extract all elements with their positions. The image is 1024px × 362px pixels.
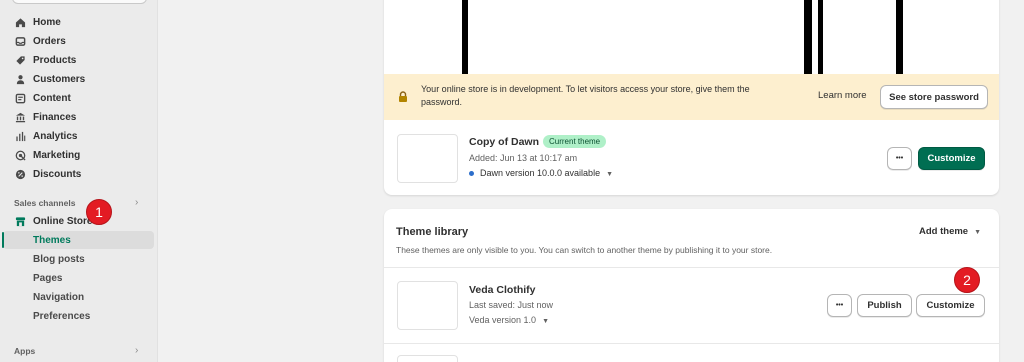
veda-caret-down-icon: ▼: [542, 318, 549, 325]
veda-theme-version[interactable]: Veda version 1.0 ▼: [469, 315, 549, 325]
veda-theme-thumbnail: [397, 281, 458, 330]
add-theme-button[interactable]: Add theme ▼: [919, 226, 981, 237]
divider: [384, 267, 999, 268]
veda-theme-saved: Last saved: Just now: [469, 300, 554, 310]
nav-finances-label: Finances: [33, 111, 77, 123]
update-dot-icon: [469, 171, 474, 177]
search-box-edge[interactable]: [12, 0, 147, 4]
current-theme-version[interactable]: Dawn version 10.0.0 available ▼: [469, 168, 613, 178]
see-store-password-button[interactable]: See store password: [880, 85, 988, 109]
person-icon: [14, 73, 26, 85]
sidebar: Home Orders Products Customers Content F…: [0, 0, 158, 362]
nav-orders-label: Orders: [33, 35, 66, 47]
learn-more-link[interactable]: Learn more: [818, 90, 867, 101]
nav-analytics-label: Analytics: [33, 130, 78, 142]
nav-analytics[interactable]: Analytics: [14, 127, 77, 145]
add-theme-caret-icon: ▼: [974, 229, 982, 236]
step-2-marker: 2: [954, 267, 980, 293]
nav-home[interactable]: Home: [14, 13, 61, 31]
sub-item-themes[interactable]: Themes: [33, 235, 71, 246]
chevron-right-icon[interactable]: ›: [135, 197, 138, 208]
active-item-indicator: [2, 232, 4, 248]
veda-theme-name: Veda Clothify: [469, 284, 536, 296]
nav-marketing[interactable]: Marketing: [14, 146, 80, 164]
nav-content-label: Content: [33, 92, 71, 104]
step-1-marker: 1: [86, 199, 112, 225]
active-item-highlight: [3, 231, 154, 249]
nav-discounts-label: Discounts: [33, 168, 82, 180]
target-icon: [14, 149, 26, 161]
nav-home-label: Home: [33, 16, 61, 28]
nav-finances[interactable]: Finances: [14, 108, 76, 126]
next-theme-thumbnail: [397, 355, 458, 362]
sub-item-navigation[interactable]: Navigation: [33, 292, 84, 303]
theme-library-subtitle: These themes are only visible to you. Yo…: [396, 245, 773, 255]
sales-channels-heading: Sales channels: [14, 198, 76, 208]
banner-message: Your online store is in development. To …: [421, 84, 750, 107]
nav-content[interactable]: Content: [14, 89, 71, 107]
current-theme-thumbnail: [397, 134, 458, 183]
current-theme-badge: Current theme: [543, 135, 607, 148]
apps-heading: Apps: [14, 346, 36, 356]
tag-icon: [14, 54, 26, 66]
current-theme-added: Added: Jun 13 at 10:17 am: [469, 153, 578, 163]
nav-online-store[interactable]: Online Store: [14, 212, 92, 230]
store-icon: [14, 215, 26, 227]
apps-chevron-right-icon[interactable]: ›: [135, 345, 138, 356]
sub-item-pages[interactable]: Pages: [33, 273, 62, 284]
nav-customers[interactable]: Customers: [14, 70, 85, 88]
bank-icon: [14, 111, 26, 123]
nav-marketing-label: Marketing: [33, 149, 81, 161]
theme-library-card: Theme library These themes are only visi…: [384, 209, 999, 362]
current-theme-customize-button[interactable]: Customize: [918, 147, 985, 170]
nav-customers-label: Customers: [33, 73, 86, 85]
theme-preview: [462, 0, 999, 74]
current-theme-card: Your online store is in development. To …: [384, 0, 999, 195]
lock-icon: [399, 91, 407, 102]
bar-chart-icon: [14, 130, 26, 142]
nav-online-store-label: Online Store: [33, 215, 93, 227]
veda-customize-button[interactable]: Customize: [916, 294, 985, 317]
veda-publish-button[interactable]: Publish: [857, 294, 912, 317]
divider: [384, 343, 999, 344]
home-icon: [14, 16, 26, 28]
sub-item-preferences[interactable]: Preferences: [33, 311, 90, 322]
nav-products[interactable]: Products: [14, 51, 76, 69]
sub-item-blog-posts[interactable]: Blog posts: [33, 254, 85, 265]
veda-more-button[interactable]: •••: [827, 294, 852, 317]
current-theme-name: Copy of Dawn: [469, 136, 539, 148]
inbox-icon: [14, 35, 26, 47]
theme-library-title: Theme library: [396, 226, 469, 238]
content-icon: [14, 92, 26, 104]
nav-products-label: Products: [33, 54, 77, 66]
nav-discounts[interactable]: Discounts: [14, 165, 81, 183]
development-banner: Your online store is in development. To …: [384, 74, 999, 120]
caret-down-icon: ▼: [606, 171, 614, 178]
nav-orders[interactable]: Orders: [14, 32, 66, 50]
current-theme-more-button[interactable]: •••: [887, 147, 912, 170]
discount-icon: [14, 168, 26, 180]
